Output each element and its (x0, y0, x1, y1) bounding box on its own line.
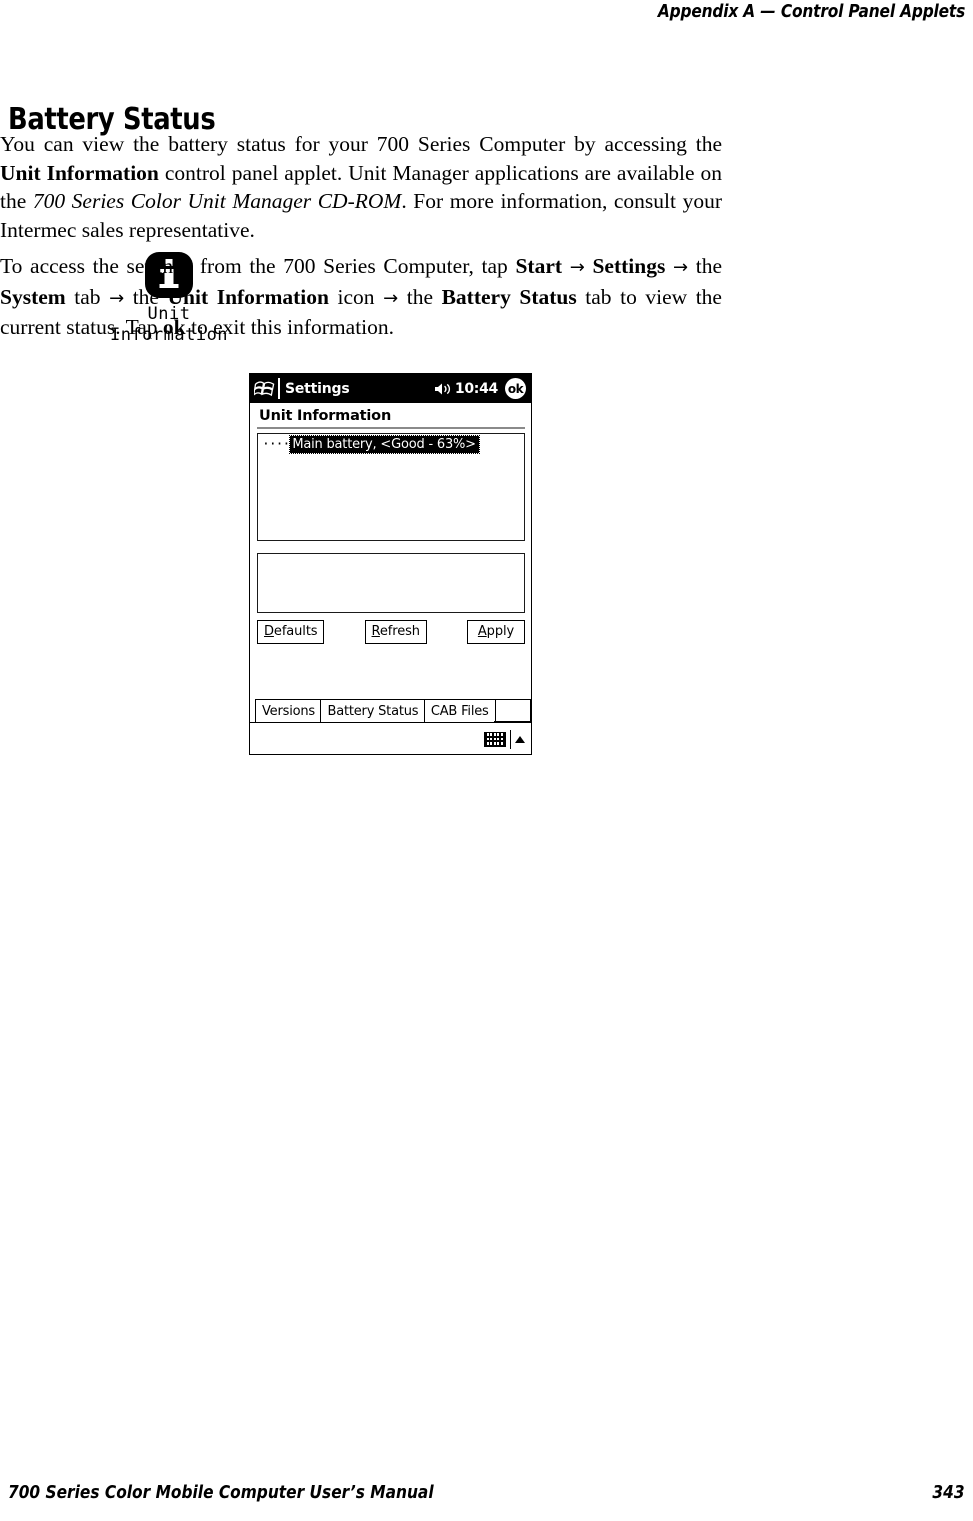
running-head-left: Appendix A (657, 2, 755, 22)
tree-row[interactable]: ···· Main battery, <Good - 63%> (258, 434, 524, 454)
p2-bold-unit-information: Unit Information (167, 284, 329, 309)
keyboard-key-row (486, 742, 503, 745)
battery-tree-list[interactable]: ···· Main battery, <Good - 63%> (257, 433, 525, 541)
arrow-icon-1: → (569, 257, 585, 278)
tab-strip-filler (494, 699, 531, 722)
apply-button-accel: A (477, 624, 487, 639)
arrow-icon-4: → (383, 287, 399, 309)
defaults-button-accel: D (264, 624, 274, 639)
pda-button-row: Defaults Refresh Apply (257, 620, 525, 644)
paragraph-intro: You can view the battery status for your… (0, 130, 722, 244)
p2-text-8: to exit this information. (185, 315, 395, 339)
p1-text-1: You can view the battery status for your… (0, 132, 722, 156)
running-head-separator: — (760, 2, 776, 22)
p2-bold-ok: ok (162, 315, 186, 339)
p2-bold-system: System (0, 284, 66, 309)
pda-screenshot: Settings 10:44 ok Unit Information ···· … (249, 373, 532, 755)
tab-versions[interactable]: Versions (255, 699, 322, 722)
tab-battery-status[interactable]: Battery Status (320, 699, 426, 722)
tree-connector-line: ···· (262, 436, 290, 452)
tab-cab-files[interactable]: CAB Files (423, 699, 496, 722)
pda-clock[interactable]: 10:44 (455, 381, 498, 397)
speaker-volume-icon[interactable] (434, 382, 451, 396)
p2-bold-settings: Settings (592, 254, 666, 278)
arrow-icon-2: → (673, 257, 689, 278)
sip-divider (509, 729, 511, 749)
keyboard-key-row (486, 737, 503, 741)
p2-text-1: To access the settings from the 700 Seri… (0, 254, 516, 278)
arrow-icon-3: → (109, 287, 125, 309)
p2-bold-start: Start (515, 254, 563, 278)
p2-text-5: icon (328, 284, 384, 309)
apply-button[interactable]: Apply (466, 620, 525, 644)
battery-detail-panel[interactable] (257, 553, 525, 613)
pda-applet-heading: Unit Information (259, 408, 392, 424)
footer-page-number: 343 (932, 1483, 965, 1503)
defaults-button-rest: efaults (273, 624, 318, 639)
defaults-button[interactable]: Defaults (257, 620, 325, 644)
running-head: Appendix A — Control Panel Applets (658, 2, 965, 22)
pda-window-title: Settings (285, 380, 350, 397)
p2-text-2: the (688, 254, 723, 278)
p2-bold-battery-status: Battery Status (441, 284, 577, 309)
apply-button-rest: pply (486, 624, 515, 639)
p1-italic-cdrom-title: 700 Series Color Unit Manager CD-ROM (32, 189, 402, 213)
pda-title-bar: Settings 10:44 ok (250, 374, 531, 403)
titlebar-divider (278, 378, 280, 399)
chevron-up-icon[interactable] (515, 735, 525, 743)
pda-content-area: Unit Information ···· Main battery, <Goo… (250, 403, 531, 754)
p2-text-4: the (124, 284, 168, 309)
paragraph-navigation: To access the settings from the 700 Seri… (0, 252, 722, 342)
refresh-button-accel: R (371, 624, 380, 639)
p2-text-3: tab (65, 284, 110, 309)
footer-manual-title: 700 Series Color Mobile Computer User’s … (8, 1483, 434, 1503)
refresh-button-rest: efresh (379, 624, 420, 639)
p2-text-6: the (398, 284, 442, 309)
p1-bold-unit-information: Unit Information (0, 160, 159, 185)
running-head-right: Control Panel Applets (780, 2, 965, 22)
pda-tab-strip: Versions Battery Status CAB Files (250, 699, 531, 723)
keyboard-key-row (486, 733, 503, 736)
keyboard-sip-icon[interactable] (483, 731, 506, 747)
ok-button[interactable]: ok (505, 378, 526, 399)
tree-item-main-battery[interactable]: Main battery, <Good - 63%> (289, 435, 480, 454)
windows-flag-icon[interactable] (254, 380, 275, 398)
refresh-button[interactable]: Refresh (364, 620, 427, 644)
heading-divider (257, 427, 525, 429)
pda-sip-bar (250, 724, 531, 754)
